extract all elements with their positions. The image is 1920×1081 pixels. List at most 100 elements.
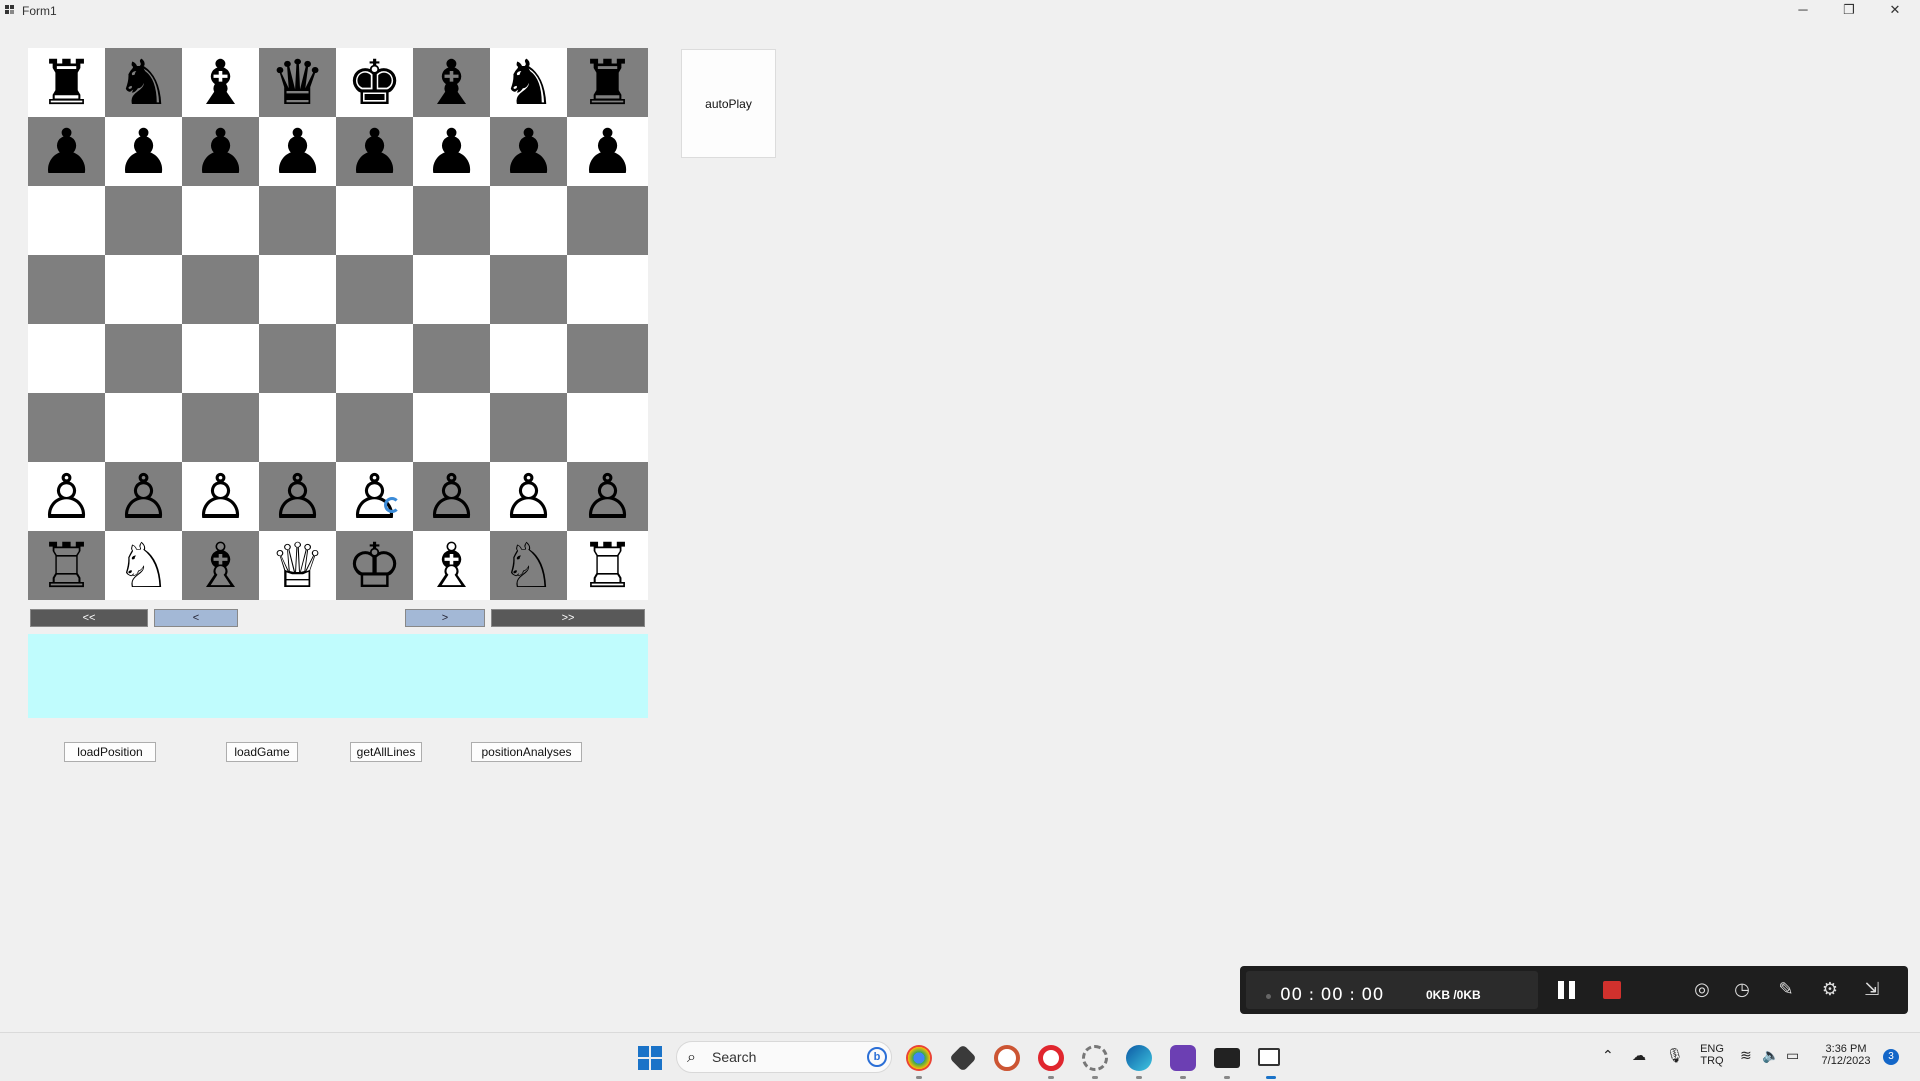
square-f1[interactable]: ♗ — [413, 531, 490, 600]
square-d8[interactable]: ♛ — [259, 48, 336, 117]
chess-piece[interactable]: ♖ — [39, 534, 95, 597]
square-c7[interactable]: ♟ — [182, 117, 259, 186]
chevron-up-icon[interactable]: ⌃ — [1602, 1048, 1614, 1064]
square-g3[interactable] — [490, 393, 567, 462]
close-button[interactable]: ✕ — [1872, 0, 1918, 22]
settings-icon[interactable]: ⚙ — [1818, 978, 1842, 1002]
chess-piece[interactable]: ♝ — [193, 51, 249, 114]
volume-icon[interactable]: 🔈 — [1762, 1048, 1779, 1064]
chess-piece[interactable]: ♔ — [347, 534, 403, 597]
next-move-button[interactable]: > — [405, 609, 485, 627]
square-d1[interactable]: ♕ — [259, 531, 336, 600]
app-icon-circle[interactable] — [994, 1045, 1020, 1071]
opera-icon[interactable] — [1038, 1045, 1064, 1071]
chess-piece[interactable]: ♟ — [116, 120, 172, 183]
square-b3[interactable] — [105, 393, 182, 462]
square-h1[interactable]: ♖ — [567, 531, 648, 600]
chess-piece[interactable]: ♕ — [270, 534, 326, 597]
pause-icon[interactable] — [1558, 981, 1576, 999]
square-g2[interactable]: ♙ — [490, 462, 567, 531]
get-all-lines-button[interactable]: getAllLines — [350, 742, 422, 762]
load-position-button[interactable]: loadPosition — [64, 742, 156, 762]
chess-piece[interactable]: ♝ — [424, 51, 480, 114]
chess-piece[interactable]: ♙ — [193, 465, 249, 528]
chrome-icon[interactable] — [906, 1045, 932, 1071]
square-h6[interactable] — [567, 186, 648, 255]
square-g5[interactable] — [490, 255, 567, 324]
square-e2[interactable]: ♙ — [336, 462, 413, 531]
chess-piece[interactable]: ♟ — [580, 120, 636, 183]
square-d7[interactable]: ♟ — [259, 117, 336, 186]
loading-app-icon[interactable] — [1082, 1045, 1108, 1071]
square-h4[interactable] — [567, 324, 648, 393]
chess-piece[interactable]: ♟ — [39, 120, 95, 183]
chess-piece[interactable]: ♙ — [116, 465, 172, 528]
chess-piece[interactable]: ♛ — [270, 51, 326, 114]
square-a1[interactable]: ♖ — [28, 531, 105, 600]
wifi-icon[interactable]: ≋ — [1740, 1048, 1752, 1064]
chess-piece[interactable]: ♟ — [501, 120, 557, 183]
square-f2[interactable]: ♙ — [413, 462, 490, 531]
square-b1[interactable]: ♘ — [105, 531, 182, 600]
square-e8[interactable]: ♚ — [336, 48, 413, 117]
square-c2[interactable]: ♙ — [182, 462, 259, 531]
square-b8[interactable]: ♞ — [105, 48, 182, 117]
square-d3[interactable] — [259, 393, 336, 462]
form-app-icon[interactable] — [1258, 1048, 1280, 1066]
chess-piece[interactable]: ♙ — [580, 465, 636, 528]
square-g6[interactable] — [490, 186, 567, 255]
square-b6[interactable] — [105, 186, 182, 255]
language-indicator[interactable]: ENG TRQ — [1698, 1043, 1726, 1067]
square-e7[interactable]: ♟ — [336, 117, 413, 186]
square-c1[interactable]: ♗ — [182, 531, 259, 600]
previous-move-button[interactable]: < — [154, 609, 238, 627]
last-move-button[interactable]: >> — [491, 609, 645, 627]
square-f5[interactable] — [413, 255, 490, 324]
chess-piece[interactable]: ♞ — [116, 51, 172, 114]
taskbar-search-box[interactable]: ⌕ Search b — [676, 1041, 892, 1073]
moves-text-area[interactable] — [28, 634, 648, 718]
square-d4[interactable] — [259, 324, 336, 393]
timer-icon[interactable]: ◷ — [1730, 978, 1754, 1002]
square-e3[interactable] — [336, 393, 413, 462]
square-a2[interactable]: ♙ — [28, 462, 105, 531]
square-c6[interactable] — [182, 186, 259, 255]
chess-piece[interactable]: ♗ — [193, 534, 249, 597]
chess-piece[interactable]: ♙ — [270, 465, 326, 528]
square-e6[interactable] — [336, 186, 413, 255]
square-b4[interactable] — [105, 324, 182, 393]
position-analyses-button[interactable]: positionAnalyses — [471, 742, 582, 762]
chess-piece[interactable]: ♖ — [580, 534, 636, 597]
battery-icon[interactable]: ▭ — [1786, 1048, 1799, 1064]
square-c3[interactable] — [182, 393, 259, 462]
square-e1[interactable]: ♔ — [336, 531, 413, 600]
square-g8[interactable]: ♞ — [490, 48, 567, 117]
square-h3[interactable] — [567, 393, 648, 462]
square-h2[interactable]: ♙ — [567, 462, 648, 531]
square-e5[interactable] — [336, 255, 413, 324]
square-a7[interactable]: ♟ — [28, 117, 105, 186]
square-h8[interactable]: ♜ — [567, 48, 648, 117]
minimize-button[interactable]: ─ — [1780, 0, 1826, 22]
minimize-recorder-icon[interactable]: ⇲ — [1860, 978, 1884, 1002]
chess-piece[interactable]: ♗ — [424, 534, 480, 597]
chess-piece[interactable]: ♙ — [501, 465, 557, 528]
square-e4[interactable] — [336, 324, 413, 393]
notification-badge[interactable]: 3 — [1883, 1049, 1899, 1065]
chess-piece[interactable]: ♘ — [116, 534, 172, 597]
square-f7[interactable]: ♟ — [413, 117, 490, 186]
chess-piece[interactable]: ♜ — [580, 51, 636, 114]
square-f4[interactable] — [413, 324, 490, 393]
square-c8[interactable]: ♝ — [182, 48, 259, 117]
edge-icon[interactable] — [1126, 1045, 1152, 1071]
chess-piece[interactable]: ♙ — [39, 465, 95, 528]
chess-piece[interactable]: ♟ — [270, 120, 326, 183]
square-g4[interactable] — [490, 324, 567, 393]
square-h5[interactable] — [567, 255, 648, 324]
bing-icon[interactable]: b — [867, 1047, 887, 1067]
chess-piece[interactable]: ♙ — [424, 465, 480, 528]
chess-piece[interactable]: ♟ — [424, 120, 480, 183]
square-b7[interactable]: ♟ — [105, 117, 182, 186]
square-f6[interactable] — [413, 186, 490, 255]
clock[interactable]: 3:36 PM 7/12/2023 — [1814, 1043, 1878, 1067]
